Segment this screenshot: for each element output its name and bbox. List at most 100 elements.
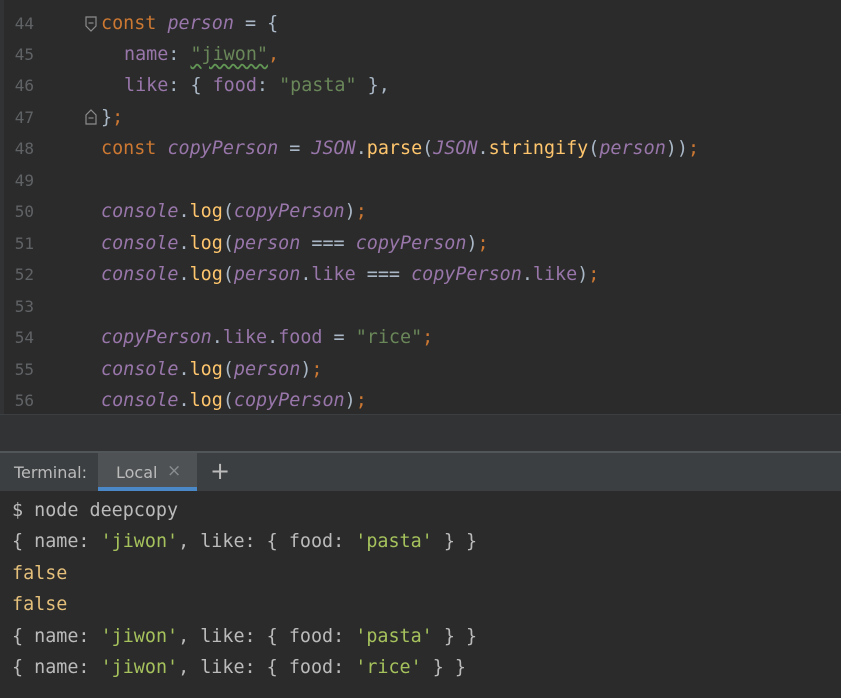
fn-log: log (189, 201, 223, 222)
paren-close: ) (466, 233, 478, 254)
comma: , (267, 44, 280, 65)
code-line-46[interactable]: 46 like: { food: "pasta" }, (0, 70, 841, 101)
paren-open: ( (422, 138, 434, 159)
semicolon: ; (355, 390, 367, 411)
var-person: person (233, 264, 301, 285)
editor-horizontal-scrollbar[interactable] (0, 414, 841, 451)
dot: . (178, 233, 190, 254)
code-editor[interactable]: 44 const person = { 45 name: "jiwon", 46… (0, 0, 841, 414)
code-text: const copyPerson = JSON.parse(JSON.strin… (101, 133, 699, 164)
code-text: console.log(person === copyPerson); (101, 228, 489, 259)
semicolon: ; (422, 327, 434, 348)
dot: . (267, 327, 279, 348)
var-copyPerson: copyPerson (411, 264, 522, 285)
add-icon[interactable]: + (208, 456, 232, 486)
terminal-title: Terminal: (14, 463, 88, 482)
var-person: person (233, 359, 301, 380)
var-copyPerson: copyPerson (355, 233, 467, 254)
dot: . (477, 138, 489, 159)
obj-close: } } (421, 657, 466, 678)
global-JSON: JSON (311, 138, 356, 159)
dot: . (300, 264, 312, 285)
code-text: like: { food: "pasta" }, (124, 70, 390, 101)
dot: . (178, 390, 190, 411)
value-jiwon: 'jiwon' (100, 531, 179, 552)
line-number: 52 (14, 265, 34, 284)
code-line-52[interactable]: 52 console.log(person.like === copyPerso… (0, 259, 841, 290)
op-assign: = (278, 138, 312, 159)
global-console: console (101, 201, 179, 222)
value-jiwon: 'jiwon' (100, 626, 179, 647)
obj-open: { name: (12, 657, 101, 678)
dot: . (521, 264, 533, 285)
terminal-line-false: false (12, 563, 68, 584)
brace-close: } (101, 107, 113, 128)
var-copyPerson: copyPerson (233, 201, 345, 222)
fn-log: log (189, 264, 223, 285)
key-like: like (124, 75, 169, 96)
code-line-47[interactable]: 47 }; (0, 102, 841, 133)
var-person: person (233, 233, 301, 254)
paren-close: )) (665, 138, 688, 159)
global-console: console (101, 264, 179, 285)
code-text: copyPerson.like.food = "rice"; (101, 322, 433, 353)
line-number: 49 (14, 171, 34, 190)
brace-open: { (267, 13, 279, 34)
code-text: name: "jiwon", (124, 39, 279, 70)
var-copyPerson: copyPerson (101, 327, 212, 348)
terminal-line-prompt: $ node deepcopy (12, 500, 179, 521)
code-text: console.log(copyPerson); (101, 196, 367, 227)
key-name: name (124, 44, 169, 65)
line-number: 47 (14, 108, 34, 127)
code-line-45[interactable]: 45 name: "jiwon", (0, 39, 841, 70)
tab-local[interactable]: Local × (98, 453, 197, 491)
fold-open-icon[interactable] (84, 16, 98, 32)
fold-close-icon[interactable] (84, 109, 98, 125)
var-copyPerson: copyPerson (233, 390, 345, 411)
code-line-49[interactable]: 49 (0, 165, 841, 196)
fn-log: log (189, 390, 223, 411)
paren-close: ) (344, 390, 356, 411)
code-line-55[interactable]: 55 console.log(person); (0, 354, 841, 385)
semicolon: ; (477, 233, 489, 254)
dot: . (178, 264, 190, 285)
terminal-tab-bar: Terminal: Local × + (0, 453, 841, 491)
paren-open: ( (222, 264, 234, 285)
code-line-44[interactable]: 44 const person = { (0, 8, 841, 39)
code-text: console.log(copyPerson); (101, 385, 367, 414)
code-line-50[interactable]: 50 console.log(copyPerson); (0, 196, 841, 227)
paren-close: ) (300, 359, 312, 380)
dot: . (178, 201, 190, 222)
paren-close: ) (577, 264, 589, 285)
kw-const: const (101, 138, 157, 159)
colon: : (168, 44, 191, 65)
code-line-53[interactable]: 53 (0, 291, 841, 322)
semicolon: ; (112, 107, 124, 128)
var-person: person (167, 13, 234, 34)
code-line-56[interactable]: 56 console.log(copyPerson); (0, 385, 841, 414)
line-number: 51 (14, 234, 34, 253)
code-line-48[interactable]: 48 const copyPerson = JSON.parse(JSON.st… (0, 133, 841, 164)
code-line-54[interactable]: 54 copyPerson.like.food = "rice"; (0, 322, 841, 353)
code-line-51[interactable]: 51 console.log(person === copyPerson); (0, 228, 841, 259)
close-icon[interactable]: × (167, 456, 181, 486)
obj-close: } } (432, 626, 478, 647)
semicolon: ; (588, 264, 600, 285)
code-text: console.log(person); (101, 354, 322, 385)
code-text: console.log(person.like === copyPerson.l… (101, 259, 599, 290)
line-number: 46 (14, 76, 34, 95)
op-assign: = (322, 327, 356, 348)
terminal-line-object: { name: 'jiwon', like: { food: 'pasta' }… (12, 526, 477, 557)
line-number: 54 (14, 328, 34, 347)
fn-log: log (189, 359, 223, 380)
global-JSON: JSON (433, 138, 478, 159)
line-number: 44 (14, 14, 34, 33)
line-number: 56 (14, 391, 34, 410)
terminal-line-false: false (12, 594, 68, 615)
obj-close: } } (432, 531, 478, 552)
paren-open: ( (222, 390, 234, 411)
global-console: console (101, 233, 179, 254)
terminal-output[interactable]: $ node deepcopy { name: 'jiwon', like: {… (0, 491, 841, 698)
code-text: const person = { (101, 8, 278, 39)
kw-const: const (101, 13, 157, 34)
